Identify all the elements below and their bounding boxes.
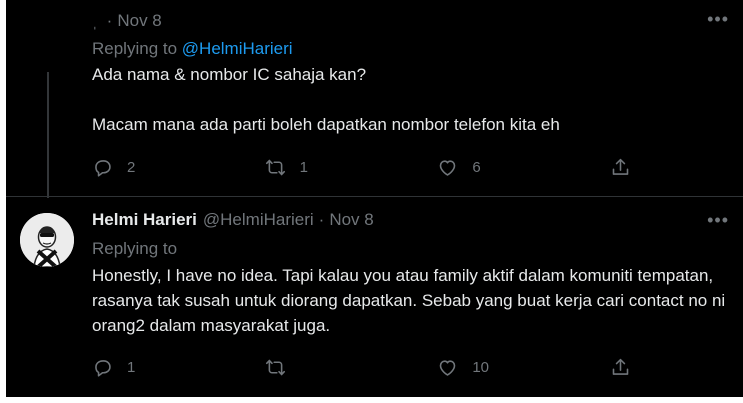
like-count: 10 bbox=[472, 358, 489, 376]
replying-to: Replying to @HelmiHarieri bbox=[92, 39, 293, 59]
avatar[interactable] bbox=[20, 213, 74, 267]
display-name[interactable]: Helmi Harieri bbox=[92, 210, 197, 230]
retweet-count: 1 bbox=[299, 158, 308, 176]
replying-to: Replying to bbox=[92, 239, 177, 259]
tweet-header: Helmi Harieri @HelmiHarieri · Nov 8 bbox=[92, 210, 374, 230]
avatar-image bbox=[20, 213, 74, 267]
separator-dot: · bbox=[106, 11, 113, 30]
tweet-text-line: Honestly, I have no idea. Tapi kalau you… bbox=[92, 266, 726, 335]
replying-to-label: Replying to bbox=[92, 39, 182, 58]
user-handle[interactable]: @HelmiHarieri bbox=[203, 210, 314, 230]
retweet-button[interactable] bbox=[265, 357, 395, 378]
tweet-actions: 2 1 6 bbox=[92, 155, 632, 179]
reply-count: 2 bbox=[127, 158, 136, 176]
retweet-icon bbox=[265, 159, 285, 175]
tweet-text: Ada nama & nombor IC sahaja kan? Macam m… bbox=[92, 62, 732, 137]
reply-button[interactable]: 2 bbox=[92, 157, 222, 178]
tweet-text-line: Macam mana ada parti boleh dapatkan nomb… bbox=[92, 115, 560, 134]
reply-button[interactable]: 1 bbox=[92, 357, 222, 378]
share-button[interactable] bbox=[610, 357, 632, 378]
tweet[interactable]: ˌ · Nov 8 ••• Replying to @HelmiHarieri … bbox=[6, 0, 743, 196]
tweet-timestamp[interactable]: Nov 8 bbox=[329, 210, 373, 230]
tweet-thread: ˌ · Nov 8 ••• Replying to @HelmiHarieri … bbox=[6, 0, 743, 397]
like-count: 6 bbox=[472, 158, 481, 176]
share-button[interactable] bbox=[610, 157, 632, 178]
tweet-text: Honestly, I have no idea. Tapi kalau you… bbox=[92, 263, 732, 338]
heart-icon bbox=[440, 159, 456, 176]
tweet-header: ˌ · Nov 8 bbox=[92, 11, 162, 31]
tweet[interactable]: Helmi Harieri @HelmiHarieri · Nov 8 ••• … bbox=[6, 196, 743, 397]
retweet-button[interactable]: 1 bbox=[265, 157, 395, 178]
tweet-actions: 1 10 bbox=[92, 355, 632, 379]
like-button[interactable]: 10 bbox=[437, 357, 567, 378]
tweet-timestamp[interactable]: Nov 8 bbox=[117, 11, 161, 31]
handle-truncated: ˌ bbox=[92, 11, 100, 30]
reply-icon bbox=[95, 359, 111, 377]
retweet-icon bbox=[265, 359, 285, 375]
mention-link[interactable]: @HelmiHarieri bbox=[182, 39, 293, 58]
more-options-icon[interactable]: ••• bbox=[707, 10, 729, 28]
share-icon bbox=[612, 358, 629, 375]
heart-icon bbox=[440, 359, 456, 376]
reply-icon bbox=[95, 159, 111, 177]
reply-count: 1 bbox=[127, 358, 136, 376]
tweet-text-line: Ada nama & nombor IC sahaja kan? bbox=[92, 65, 367, 84]
share-icon bbox=[612, 158, 629, 175]
like-button[interactable]: 6 bbox=[437, 157, 567, 178]
more-options-icon[interactable]: ••• bbox=[707, 211, 729, 229]
separator-dot: · bbox=[318, 210, 325, 229]
replying-to-label: Replying to bbox=[92, 239, 178, 258]
